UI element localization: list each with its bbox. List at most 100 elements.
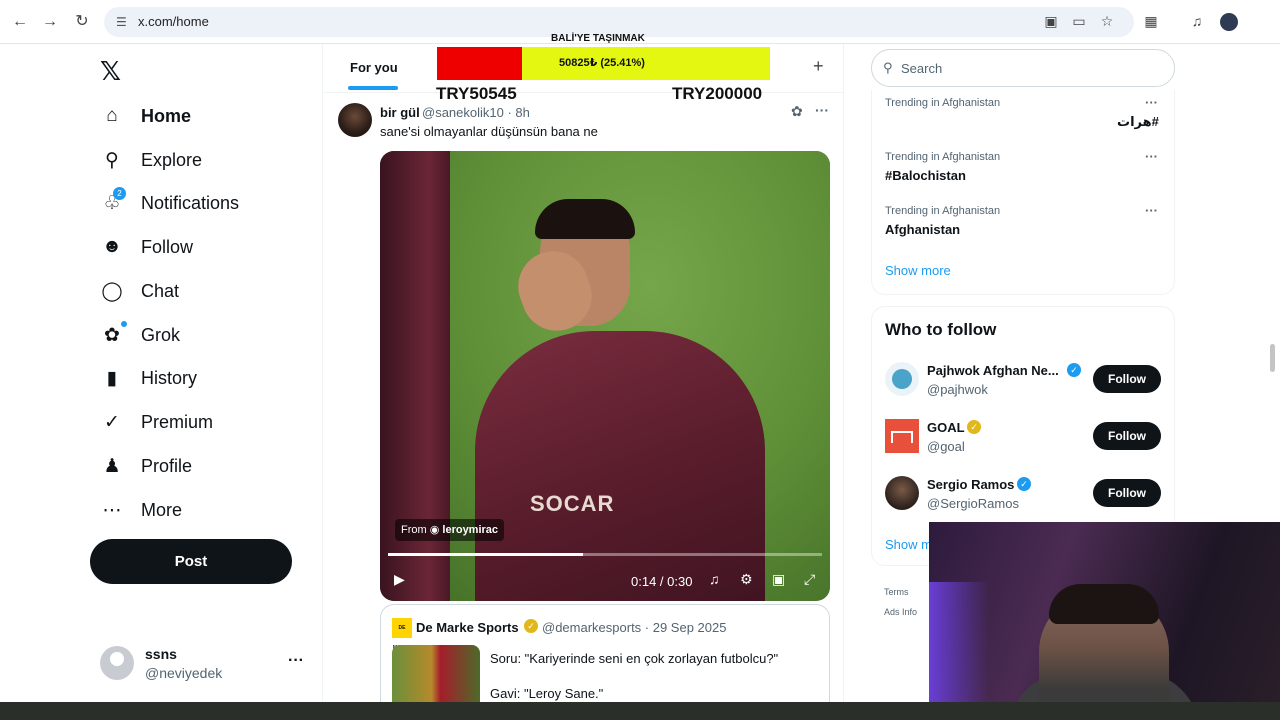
os-taskbar xyxy=(0,702,1280,720)
verified-icon: ✓ xyxy=(104,411,120,433)
tweet-more-icon[interactable]: ··· xyxy=(815,102,829,118)
tweet-avatar[interactable] xyxy=(338,103,372,137)
trend-more-icon[interactable]: ··· xyxy=(1145,95,1158,110)
suggested-account-name[interactable]: Pajhwok Afghan Ne... xyxy=(927,363,1059,378)
star-icon[interactable]: ☆ xyxy=(1098,13,1116,30)
grok-explain-icon[interactable]: ✿ xyxy=(791,103,803,120)
person-add-icon: ☻ xyxy=(102,236,122,257)
show-more-follow-link[interactable]: Show m xyxy=(885,537,932,552)
add-tab-icon[interactable]: + xyxy=(813,56,824,77)
verified-icon: ✓ xyxy=(524,619,538,633)
post-button[interactable]: Post xyxy=(90,539,292,584)
video-player[interactable]: SOCAR From ◉ leroymirac ▶ 0:14 / 0:30 ♫ … xyxy=(380,151,830,601)
back-icon[interactable]: ← xyxy=(10,12,30,32)
sidebar-item-chat[interactable]: ◯ Chat xyxy=(100,275,179,307)
chat-icon: ◯ xyxy=(101,280,123,302)
main-feed: For you + bir gül @sanekolik10 · 8h sane… xyxy=(322,44,844,720)
site-settings-icon[interactable]: ☰ xyxy=(116,15,127,29)
webcam-frame xyxy=(929,582,989,720)
divider xyxy=(323,92,843,93)
video-progress-fill xyxy=(388,553,584,556)
sidebar-item-explore[interactable]: ⚲ Explore xyxy=(100,144,202,176)
sidebar-item-label: Notifications xyxy=(141,192,240,213)
goal-banner-title: BALİ'YE TAŞINMAK xyxy=(551,33,645,44)
trend-name[interactable]: #هرات xyxy=(1117,114,1159,130)
footer-ads-link[interactable]: Ads Info xyxy=(884,607,917,617)
volume-icon[interactable]: ♫ xyxy=(709,571,720,587)
search-icon: ⚲ xyxy=(105,149,119,171)
suggested-account-handle: @SergioRamos xyxy=(927,496,1019,511)
extensions-icon[interactable]: ▦ xyxy=(1142,13,1160,30)
follow-button[interactable]: Follow xyxy=(1093,365,1161,393)
search-placeholder: Search xyxy=(901,61,943,76)
from-user: leroymirac xyxy=(442,524,499,536)
sidebar-item-label: Profile xyxy=(141,455,193,476)
sidebar-item-label: Chat xyxy=(141,280,180,301)
show-more-trends-link[interactable]: Show more xyxy=(885,263,951,278)
account-avatar[interactable] xyxy=(100,646,134,680)
sidebar-item-follow[interactable]: ☻ Follow xyxy=(100,231,193,263)
video-source-tag[interactable]: From ◉ leroymirac xyxy=(395,519,505,541)
account-avatar[interactable] xyxy=(885,476,919,510)
quote-author-handle: @demarkesports · 29 Sep 2025 xyxy=(542,620,727,635)
verified-icon: ✓ xyxy=(1067,363,1081,377)
follow-button[interactable]: Follow xyxy=(1093,422,1161,450)
tab-for-you[interactable]: For you xyxy=(350,60,398,75)
cast-icon[interactable]: ▭ xyxy=(1070,13,1088,30)
suggested-account-handle: @goal xyxy=(927,439,965,454)
reload-icon[interactable]: ↻ xyxy=(72,12,92,32)
grok-new-dot xyxy=(121,321,127,327)
trend-meta: Trending in Afghanistan xyxy=(885,205,1001,217)
tweet-author-name[interactable]: bir gül xyxy=(380,105,420,120)
sidebar-item-label: Grok xyxy=(141,324,181,345)
translate-icon[interactable]: ▣ xyxy=(1042,13,1060,30)
account-avatar[interactable] xyxy=(885,419,919,453)
tweet-author-handle[interactable]: @sanekolik10 · 8h xyxy=(422,105,530,120)
x-logo-icon[interactable]: 𝕏 xyxy=(100,56,121,87)
search-input[interactable]: ⚲ Search xyxy=(871,49,1175,87)
account-name: ssns xyxy=(145,646,177,662)
verified-gold-icon: ✓ xyxy=(967,420,981,434)
quote-author-name: De Marke Sports xyxy=(416,620,519,635)
fullscreen-icon[interactable]: ⤢ xyxy=(804,571,815,588)
profile-avatar[interactable] xyxy=(1220,13,1238,31)
play-icon[interactable]: ▶ xyxy=(394,571,405,588)
scrollbar[interactable] xyxy=(1270,344,1275,372)
tab-active-indicator xyxy=(348,86,398,90)
account-handle: @neviyedek xyxy=(145,665,223,681)
sidebar-item-label: Premium xyxy=(141,411,214,432)
sidebar-item-home[interactable]: ⌂ Home xyxy=(100,100,191,132)
trend-more-icon[interactable]: ··· xyxy=(1145,203,1158,218)
footer-terms-link[interactable]: Terms xyxy=(884,587,909,597)
trend-more-icon[interactable]: ··· xyxy=(1145,149,1158,164)
trend-name[interactable]: Afghanistan xyxy=(885,222,960,237)
jersey-sponsor-text: SOCAR xyxy=(530,491,615,516)
pip-icon[interactable]: ▣ xyxy=(772,571,785,588)
sidebar-item-profile[interactable]: ♟ Profile xyxy=(100,450,192,482)
verified-icon: ✓ xyxy=(1017,477,1031,491)
account-avatar[interactable] xyxy=(885,362,919,396)
account-more-icon[interactable]: ··· xyxy=(288,652,304,670)
webcam-frame xyxy=(1049,584,1159,624)
goal-logo-icon xyxy=(891,431,913,443)
sidebar-item-label: More xyxy=(141,499,183,520)
quote-text-line: Gavi: "Leroy Sane." xyxy=(490,686,604,701)
goal-current-amount: TRY50545 xyxy=(436,84,517,103)
media-icon[interactable]: ♫ xyxy=(1188,13,1206,29)
sidebar-item-label: Home xyxy=(141,105,192,126)
sidebar-item-premium[interactable]: ✓ Premium xyxy=(100,406,213,438)
follow-button[interactable]: Follow xyxy=(1093,479,1161,507)
forward-icon[interactable]: → xyxy=(40,12,60,32)
sidebar-item-grok[interactable]: ✿ Grok xyxy=(100,319,180,351)
suggested-account-name[interactable]: GOAL xyxy=(927,420,965,435)
trend-name[interactable]: #Balochistan xyxy=(885,168,966,183)
settings-icon[interactable]: ⚙ xyxy=(740,571,753,588)
sidebar-item-more[interactable]: ⋯ More xyxy=(100,494,183,526)
video-progress-bar[interactable] xyxy=(388,553,822,556)
suggested-account-name[interactable]: Sergio Ramos xyxy=(927,477,1014,492)
search-icon: ⚲ xyxy=(883,60,893,75)
goal-bar-filled xyxy=(437,47,522,80)
video-frame xyxy=(475,331,765,601)
sidebar-item-history[interactable]: ▮ History xyxy=(100,362,197,394)
home-icon: ⌂ xyxy=(106,105,118,126)
